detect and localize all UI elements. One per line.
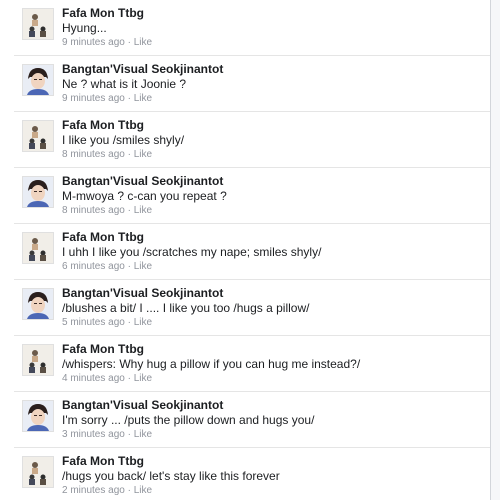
- comment-text: I'm sorry ... /puts the pillow down and …: [62, 413, 315, 427]
- like-link[interactable]: Like: [134, 261, 152, 272]
- comment-meta: 5 minutes ago · Like: [62, 316, 490, 330]
- comment-author[interactable]: Bangtan'Visual Seokjinantot: [62, 174, 490, 189]
- comment-text: /whispers: Why hug a pillow if you can h…: [62, 357, 361, 371]
- comment-item: Fafa Mon Ttbg /hugs you back/ let's stay…: [14, 448, 490, 504]
- comment-meta: 9 minutes ago · Like: [62, 92, 490, 106]
- comment-text: /blushes a bit/ I .... I like you too /h…: [62, 301, 310, 315]
- comment-author[interactable]: Fafa Mon Ttbg: [62, 6, 490, 21]
- comment-item: Bangtan'Visual Seokjinantot I'm sorry ..…: [14, 392, 490, 448]
- meta-separator: ·: [127, 429, 131, 440]
- avatar-fafa[interactable]: [22, 232, 54, 264]
- avatar-jin[interactable]: [22, 400, 54, 432]
- meta-separator: ·: [127, 261, 131, 272]
- comment-time[interactable]: 8 minutes ago: [62, 205, 125, 216]
- like-link[interactable]: Like: [134, 205, 152, 216]
- comment-meta: 8 minutes ago · Like: [62, 148, 490, 162]
- comment-meta: 3 minutes ago · Like: [62, 428, 490, 442]
- comment-item: Fafa Mon Ttbg Hyung... 9 minutes ago · L…: [14, 0, 490, 56]
- like-link[interactable]: Like: [134, 149, 152, 160]
- comment-time[interactable]: 9 minutes ago: [62, 93, 125, 104]
- comment-author[interactable]: Bangtan'Visual Seokjinantot: [62, 398, 490, 413]
- like-link[interactable]: Like: [134, 317, 152, 328]
- meta-separator: ·: [127, 149, 131, 160]
- like-link[interactable]: Like: [134, 37, 152, 48]
- comment-time[interactable]: 9 minutes ago: [62, 37, 125, 48]
- comment-author[interactable]: Bangtan'Visual Seokjinantot: [62, 62, 490, 77]
- avatar-jin[interactable]: [22, 176, 54, 208]
- comment-author[interactable]: Bangtan'Visual Seokjinantot: [62, 286, 490, 301]
- avatar-jin[interactable]: [22, 288, 54, 320]
- comment-text: I uhh I like you /scratches my nape; smi…: [62, 245, 322, 259]
- comment-item: Bangtan'Visual Seokjinantot Ne ? what is…: [14, 56, 490, 112]
- avatar-fafa[interactable]: [22, 456, 54, 488]
- like-link[interactable]: Like: [134, 485, 152, 496]
- avatar-fafa[interactable]: [22, 8, 54, 40]
- comment-author[interactable]: Fafa Mon Ttbg: [62, 230, 490, 245]
- comment-item: Bangtan'Visual Seokjinantot /blushes a b…: [14, 280, 490, 336]
- meta-separator: ·: [127, 37, 131, 48]
- avatar-jin[interactable]: [22, 64, 54, 96]
- like-link[interactable]: Like: [134, 429, 152, 440]
- comment-text: Hyung...: [62, 21, 107, 35]
- avatar-fafa[interactable]: [22, 120, 54, 152]
- comment-author[interactable]: Fafa Mon Ttbg: [62, 454, 490, 469]
- like-link[interactable]: Like: [134, 93, 152, 104]
- meta-separator: ·: [127, 205, 131, 216]
- comment-time[interactable]: 3 minutes ago: [62, 429, 125, 440]
- comment-item: Fafa Mon Ttbg I uhh I like you /scratche…: [14, 224, 490, 280]
- comment-author[interactable]: Fafa Mon Ttbg: [62, 118, 490, 133]
- avatar-fafa[interactable]: [22, 344, 54, 376]
- comment-item: Fafa Mon Ttbg /whispers: Why hug a pillo…: [14, 336, 490, 392]
- comment-item: Fafa Mon Ttbg I like you /smiles shyly/ …: [14, 112, 490, 168]
- meta-separator: ·: [127, 317, 131, 328]
- comment-text: /hugs you back/ let's stay like this for…: [62, 469, 280, 483]
- comment-time[interactable]: 8 minutes ago: [62, 149, 125, 160]
- comment-time[interactable]: 6 minutes ago: [62, 261, 125, 272]
- comment-meta: 9 minutes ago · Like: [62, 36, 490, 50]
- comment-author[interactable]: Fafa Mon Ttbg: [62, 342, 490, 357]
- comment-time[interactable]: 4 minutes ago: [62, 373, 125, 384]
- comment-time[interactable]: 5 minutes ago: [62, 317, 125, 328]
- meta-separator: ·: [127, 485, 131, 496]
- meta-separator: ·: [127, 373, 131, 384]
- comment-text: M-mwoya ? c-can you repeat ?: [62, 189, 227, 203]
- comment-meta: 8 minutes ago · Like: [62, 204, 490, 218]
- meta-separator: ·: [127, 93, 131, 104]
- comment-item: Bangtan'Visual Seokjinantot M-mwoya ? c-…: [14, 168, 490, 224]
- comment-time[interactable]: 2 minutes ago: [62, 485, 125, 496]
- comment-meta: 4 minutes ago · Like: [62, 372, 490, 386]
- comment-text: Ne ? what is it Joonie ?: [62, 77, 187, 91]
- like-link[interactable]: Like: [134, 373, 152, 384]
- comment-meta: 6 minutes ago · Like: [62, 260, 490, 274]
- scrollbar-track[interactable]: [490, 0, 500, 500]
- comment-meta: 2 minutes ago · Like: [62, 484, 490, 498]
- comment-text: I like you /smiles shyly/: [62, 133, 185, 147]
- comment-feed: Fafa Mon Ttbg Hyung... 9 minutes ago · L…: [14, 0, 490, 504]
